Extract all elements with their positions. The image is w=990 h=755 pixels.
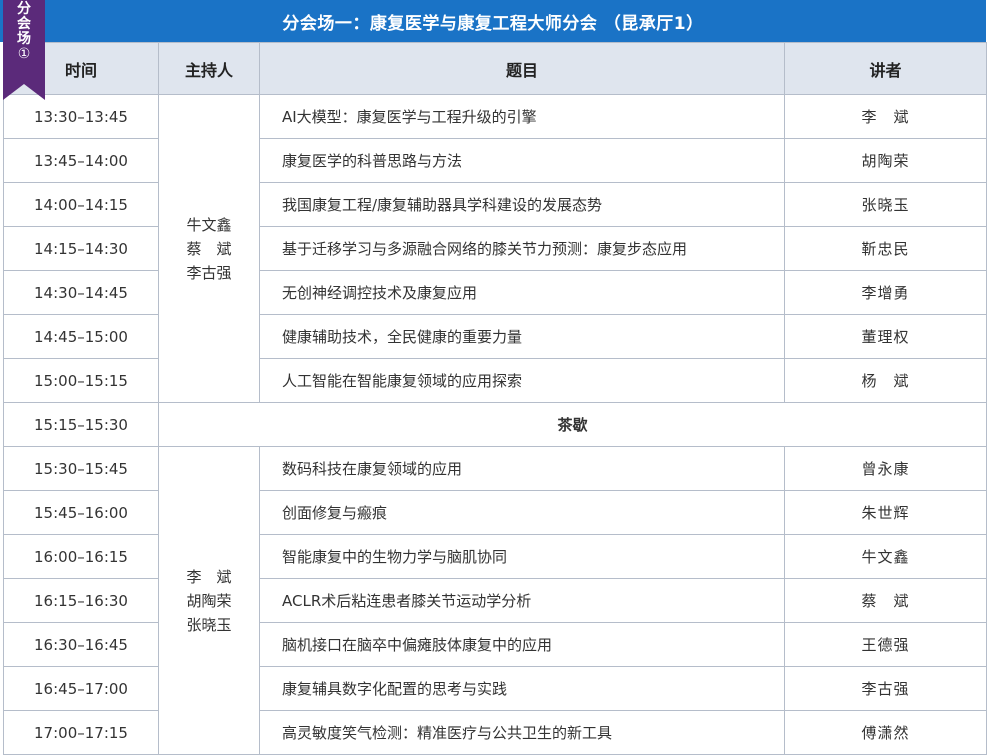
table-row: 15:00–15:15 人工智能在智能康复领域的应用探索 杨 斌 [3,358,987,403]
speaker-cell: 董理权 [784,314,987,359]
topic-cell: 基于迁移学习与多源融合网络的膝关节力预测：康复步态应用 [259,226,785,271]
table-row: 16:00–16:15 智能康复中的生物力学与脑肌协同 牛文鑫 [3,534,987,579]
speaker-cell: 杨 斌 [784,358,987,403]
ribbon-number: ① [17,46,31,62]
speaker-cell: 曾永康 [784,446,987,491]
ribbon-char-3: 场 [17,31,31,47]
table-row: 16:15–16:30 ACLR术后粘连患者膝关节运动学分析 蔡 斌 [3,578,987,623]
table-row: 15:30–15:45 李 斌 胡陶荣 张晓玉 数码科技在康复领域的应用 曾永康 [3,446,987,755]
host-cell: 牛文鑫 蔡 斌 李古强 [158,94,260,403]
time-cell: 14:30–14:45 [3,270,159,315]
table-row: 14:30–14:45 无创神经调控技术及康复应用 李增勇 [3,270,987,315]
table-row: 13:45–14:00 康复医学的科普思路与方法 胡陶荣 [3,138,987,183]
table-row: 14:00–14:15 我国康复工程/康复辅助器具学科建设的发展态势 张晓玉 [3,182,987,227]
topic-cell: 健康辅助技术，全民健康的重要力量 [259,314,785,359]
time-cell: 13:45–14:00 [3,138,159,183]
topic-cell: 脑机接口在脑卒中偏瘫肢体康复中的应用 [259,622,785,667]
table-row: 16:30–16:45 脑机接口在脑卒中偏瘫肢体康复中的应用 王德强 [3,622,987,667]
time-cell: 13:30–13:45 [3,94,159,139]
speaker-cell: 朱世辉 [784,490,987,535]
topic-cell: 人工智能在智能康复领域的应用探索 [259,358,785,403]
header-host: 主持人 [158,42,260,95]
table-row: 16:45–17:00 康复辅具数字化配置的思考与实践 李古强 [3,666,987,711]
time-cell: 15:15–15:30 [3,402,159,447]
topic-cell: ACLR术后粘连患者膝关节运动学分析 [259,578,785,623]
speaker-cell: 胡陶荣 [784,138,987,183]
topic-cell: AI大模型：康复医学与工程升级的引擎 [259,94,785,139]
table-row: 14:45–15:00 健康辅助技术，全民健康的重要力量 董理权 [3,314,987,359]
session-title: 分会场一：康复医学与康复工程大师分会 （昆承厅1） [0,0,986,42]
topic-cell: 智能康复中的生物力学与脑肌协同 [259,534,785,579]
topic-cell: 无创神经调控技术及康复应用 [259,270,785,315]
speaker-cell: 牛文鑫 [784,534,987,579]
table-row: 15:45–16:00 创面修复与瘢痕 朱世辉 [3,490,987,535]
time-cell: 15:45–16:00 [3,490,159,535]
time-cell: 15:00–15:15 [3,358,159,403]
speaker-cell: 李增勇 [784,270,987,315]
speaker-cell: 靳忠民 [784,226,987,271]
break-row: 15:15–15:30 茶歇 [3,402,987,447]
topic-cell: 康复辅具数字化配置的思考与实践 [259,666,785,711]
speaker-cell: 张晓玉 [784,182,987,227]
time-cell: 16:45–17:00 [3,666,159,711]
time-cell: 14:45–15:00 [3,314,159,359]
topic-cell: 康复医学的科普思路与方法 [259,138,785,183]
ribbon-char-2: 会 [17,16,31,32]
table-row: 14:15–14:30 基于迁移学习与多源融合网络的膝关节力预测：康复步态应用 … [3,226,987,271]
time-cell: 16:00–16:15 [3,534,159,579]
break-label: 茶歇 [158,402,987,447]
host-name: 牛文鑫 [186,215,232,234]
speaker-cell: 王德强 [784,622,987,667]
topic-cell: 创面修复与瘢痕 [259,490,785,535]
time-cell: 15:30–15:45 [3,446,159,491]
time-cell: 14:00–14:15 [3,182,159,227]
host-name: 李 斌 [186,567,232,586]
host-cell: 李 斌 胡陶荣 张晓玉 [158,446,260,755]
schedule-page: 分会场一：康复医学与康复工程大师分会 （昆承厅1） 分 会 场 ① 时间 主持人… [0,0,990,755]
time-cell: 14:15–14:30 [3,226,159,271]
speaker-cell: 蔡 斌 [784,578,987,623]
header-row: 时间 主持人 题目 讲者 [3,42,987,95]
time-cell: 16:15–16:30 [3,578,159,623]
table-row: 13:30–13:45 牛文鑫 蔡 斌 李古强 AI大模型：康复医学与工程升级的… [3,94,987,403]
topic-cell: 我国康复工程/康复辅助器具学科建设的发展态势 [259,182,785,227]
header-speaker: 讲者 [784,42,987,95]
host-name: 胡陶荣 [186,591,232,610]
topic-cell: 数码科技在康复领域的应用 [259,446,785,491]
speaker-cell: 李 斌 [784,94,987,139]
host-name: 张晓玉 [186,615,232,634]
time-cell: 16:30–16:45 [3,622,159,667]
host-name: 李古强 [186,263,232,282]
speaker-cell: 李古强 [784,666,987,711]
host-name: 蔡 斌 [186,239,232,258]
schedule-table: 时间 主持人 题目 讲者 13:30–13:45 牛文鑫 蔡 斌 李古强 AI大… [3,42,987,755]
ribbon-char-1: 分 [17,1,31,17]
header-topic: 题目 [259,42,785,95]
